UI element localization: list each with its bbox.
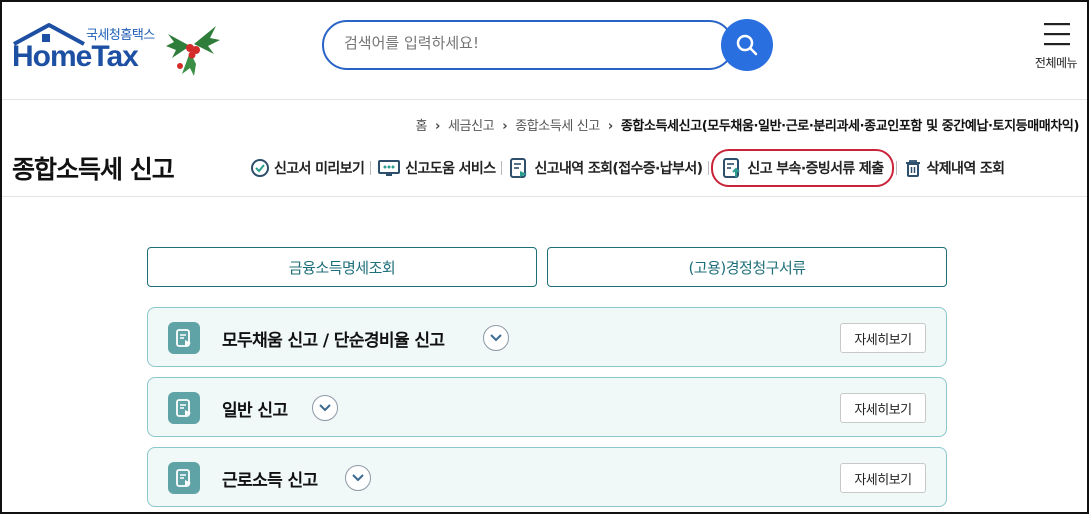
detail-label: 자세히보기	[854, 472, 912, 488]
monitor-help-icon	[378, 160, 401, 176]
detail-button[interactable]: 자세히보기	[840, 393, 926, 423]
breadcrumb-separator: ›	[607, 119, 613, 134]
breadcrumb-income-tax[interactable]: 종합소득세 신고	[515, 119, 600, 134]
detail-button[interactable]: 자세히보기	[840, 463, 926, 493]
breadcrumb-home[interactable]: 홈	[415, 119, 427, 134]
financial-income-lookup-button[interactable]: 금융소득명세조회	[147, 247, 537, 287]
breadcrumb: 홈 › 세금신고 › 종합소득세 신고 › 종합소득세신고(모두채움·일반·근로·분리과세·…	[415, 115, 1079, 134]
preview-icon	[251, 159, 269, 177]
detail-label: 자세히보기	[854, 402, 912, 418]
hamburger-icon	[1044, 23, 1070, 46]
deleted-history-label: 삭제내역 조회	[926, 161, 1006, 177]
breadcrumb-separator: ›	[435, 119, 440, 134]
logo-text: HomeTax	[12, 40, 139, 73]
correction-claim-documents-button[interactable]: (고용)경정청구서류	[547, 247, 947, 287]
header: 국세청홈택스 HomeTax 검색어를 입력하세요! 전체메뉴	[2, 2, 1087, 100]
page-frame: 국세청홈택스 HomeTax 검색어를 입력하세요! 전체메뉴 홈 › 세금신고…	[0, 0, 1089, 514]
search-box[interactable]	[322, 20, 734, 70]
trash-icon	[905, 160, 920, 177]
divider	[2, 196, 1087, 197]
card-simple-filing[interactable]: 모두채움 신고 / 단순경비율 신고 자세히보기	[147, 307, 947, 367]
deleted-history-button[interactable]: 삭제내역 조회	[897, 158, 1011, 178]
history-lookup-label: 신고내역 조회(접수증·납부서)	[534, 161, 703, 177]
card-general-filing[interactable]: 일반 신고 자세히보기	[147, 377, 947, 437]
divider	[708, 161, 710, 175]
detail-button[interactable]: 자세히보기	[840, 323, 926, 353]
breadcrumb-separator: ›	[502, 119, 508, 134]
submit-documents-button[interactable]: 신고 부속·증빙서류 제출	[711, 149, 894, 187]
help-service-button[interactable]: 신고도움 서비스	[371, 158, 501, 178]
action-bar: 신고서 미리보기 신고도움 서비스 신고내역 조회(접수증·납부서) 신고 부속…	[244, 149, 1010, 187]
preview-label: 신고서 미리보기	[274, 161, 365, 177]
breadcrumb-current: 종합소득세신고(모두채움·일반·근로·분리과세·종교인포함 및 중간예납·토지등…	[620, 119, 1080, 134]
document-icon	[168, 392, 200, 424]
breadcrumb-tax-report[interactable]: 세금신고	[448, 119, 495, 134]
hometax-logo[interactable]: 국세청홈택스 HomeTax	[10, 16, 225, 82]
history-lookup-button[interactable]: 신고내역 조회(접수증·납부서)	[502, 157, 708, 179]
card-title: 일반 신고	[222, 401, 288, 421]
detail-label: 자세히보기	[854, 332, 912, 348]
document-icon	[168, 462, 200, 494]
document-search-icon	[510, 158, 528, 178]
card-earned-income-filing[interactable]: 근로소득 신고 자세히보기	[147, 447, 947, 507]
document-icon	[168, 322, 200, 354]
correction-claim-documents-label: (고용)경정청구서류	[688, 258, 806, 277]
search-input[interactable]	[344, 34, 704, 52]
submit-documents-label: 신고 부속·증빙서류 제출	[747, 161, 884, 177]
page-title: 종합소득세 신고	[12, 155, 175, 184]
chevron-down-icon[interactable]	[312, 395, 338, 421]
all-menu-button[interactable]: 전체메뉴	[1026, 20, 1086, 72]
help-service-label: 신고도움 서비스	[405, 161, 496, 177]
card-title: 모두채움 신고 / 단순경비율 신고	[222, 331, 445, 351]
document-upload-icon	[723, 158, 741, 178]
search-button[interactable]	[721, 19, 773, 71]
preview-button[interactable]: 신고서 미리보기	[244, 158, 370, 178]
card-title: 근로소득 신고	[222, 471, 318, 491]
search-icon	[736, 34, 758, 56]
chevron-down-icon[interactable]	[345, 465, 371, 491]
holly-icon	[166, 26, 220, 76]
menu-label: 전체메뉴	[1034, 56, 1078, 70]
financial-income-lookup-label: 금융소득명세조회	[288, 258, 396, 277]
chevron-down-icon[interactable]	[483, 325, 509, 351]
